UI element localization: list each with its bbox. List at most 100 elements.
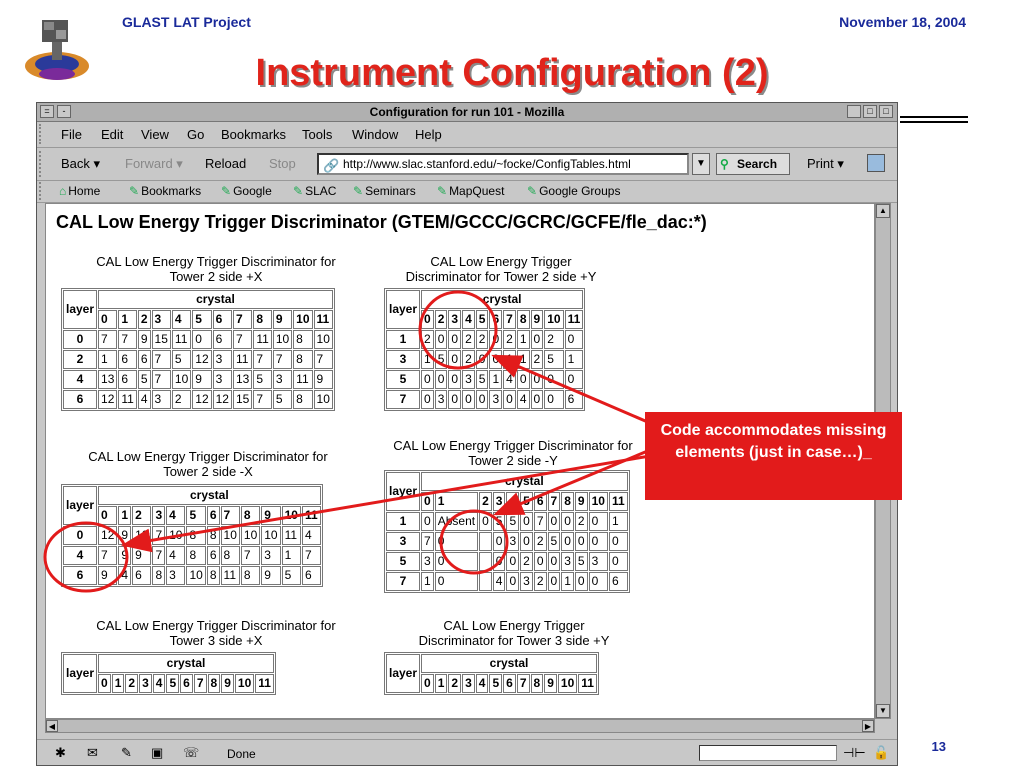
back-button[interactable]: Back ▾ bbox=[61, 156, 100, 172]
table-row: 2 1 6 6 7 5 12 3 11 7 7 8 7 bbox=[63, 350, 333, 369]
throbber-icon[interactable] bbox=[867, 154, 885, 172]
address-book-icon[interactable]: ▣ bbox=[151, 745, 163, 761]
table-cell: 0 bbox=[516, 370, 530, 389]
scroll-left-arrow-icon[interactable]: ◀ bbox=[46, 720, 58, 732]
composer-icon[interactable]: ✎ bbox=[121, 745, 132, 761]
table-cell: 8 bbox=[293, 330, 313, 349]
layer-header: layer bbox=[63, 486, 98, 525]
table-cell: 0 bbox=[547, 572, 561, 591]
table-caption: CAL Low Energy Trigger Discriminator for… bbox=[66, 618, 366, 648]
stop-button[interactable]: Stop bbox=[269, 156, 296, 171]
table-cell: 6 bbox=[132, 566, 152, 585]
mail-icon[interactable]: ✉ bbox=[87, 745, 98, 761]
table-cell: 7 bbox=[253, 390, 272, 409]
menu-go[interactable]: Go bbox=[187, 127, 204, 142]
table-row: 0 7 7 9 15 11 0 6 7 11 10 8 10 bbox=[63, 330, 333, 349]
menu-help[interactable]: Help bbox=[415, 127, 442, 142]
table-cell: 7 bbox=[240, 546, 261, 565]
table-header-row: layer crystal bbox=[63, 290, 333, 329]
bookmarks-grip[interactable] bbox=[39, 182, 47, 200]
online-icon[interactable]: ⊣⊢ bbox=[843, 745, 866, 761]
table-row: 120022021020 bbox=[386, 330, 584, 349]
table-header-row: layer crystal bbox=[386, 654, 597, 693]
table-cell: 8 bbox=[293, 350, 313, 369]
column-index: 1 bbox=[118, 310, 137, 329]
url-field[interactable]: 🔗 http://www.slac.stanford.edu/~focke/Co… bbox=[317, 153, 689, 175]
link-icon: ✎ bbox=[527, 184, 538, 198]
table-cell: 0 bbox=[434, 572, 479, 591]
layer-value: 0 bbox=[63, 526, 98, 545]
reload-button[interactable]: Reload bbox=[205, 156, 246, 171]
crystal-header: crystal bbox=[98, 290, 333, 309]
column-index: 3 bbox=[492, 492, 506, 511]
table-caption: CAL Low Energy Trigger Discriminator for… bbox=[382, 438, 644, 468]
caption-line: Tower 2 side +X bbox=[169, 269, 263, 284]
table-cell: 0 bbox=[544, 390, 564, 409]
maximize-button[interactable]: □ bbox=[863, 105, 877, 118]
table-cell: 15 bbox=[151, 330, 171, 349]
glast-logo bbox=[25, 20, 89, 80]
table-cell: 5 bbox=[506, 512, 520, 531]
navigator-icon[interactable]: ✱ bbox=[55, 745, 66, 761]
table-cell: 0 bbox=[561, 512, 574, 531]
security-lock-icon[interactable]: 🔓 bbox=[873, 745, 889, 761]
menu-window[interactable]: Window bbox=[352, 127, 398, 142]
column-index: 9 bbox=[574, 492, 588, 511]
status-text: Done bbox=[227, 747, 256, 761]
table-cell: 9 bbox=[192, 370, 212, 389]
layer-value: 1 bbox=[386, 330, 421, 349]
table-cell: 6 bbox=[118, 370, 137, 389]
nav-grip[interactable] bbox=[39, 151, 47, 177]
url-dropdown-button[interactable]: ▼ bbox=[692, 153, 710, 175]
scroll-down-arrow-icon[interactable]: ▼ bbox=[876, 704, 890, 718]
caption-line: Tower 2 side -Y bbox=[468, 453, 558, 468]
column-index: 8 bbox=[240, 506, 261, 525]
print-button[interactable]: Print ▾ bbox=[807, 156, 844, 172]
bookmark-bookmarks[interactable]: ✎ Bookmarks bbox=[129, 184, 201, 198]
scroll-up-arrow-icon[interactable]: ▲ bbox=[876, 204, 890, 218]
column-index: 6 bbox=[533, 492, 547, 511]
table-row: 703000304006 bbox=[386, 390, 584, 409]
scroll-right-arrow-icon[interactable]: ▶ bbox=[862, 720, 874, 732]
table-cell bbox=[479, 552, 492, 571]
menu-bookmarks[interactable]: Bookmarks bbox=[221, 127, 286, 142]
table-cell: 1 bbox=[516, 330, 530, 349]
column-index: 2 bbox=[434, 310, 448, 329]
table-cell: 0 bbox=[448, 390, 462, 409]
column-index: 4 bbox=[506, 492, 520, 511]
minimize-button[interactable] bbox=[847, 105, 861, 118]
bookmark-slac[interactable]: ✎ SLAC bbox=[293, 184, 336, 198]
bookmark-google-groups-label: Google Groups bbox=[539, 184, 621, 198]
table-cell: 8 bbox=[220, 546, 240, 565]
bookmark-mapquest[interactable]: ✎ MapQuest bbox=[437, 184, 504, 198]
navigation-toolbar: Back ▾ Forward ▾ Reload Stop 🔗 http://ww… bbox=[37, 147, 897, 181]
bookmark-seminars[interactable]: ✎ Seminars bbox=[353, 184, 416, 198]
menu-grip[interactable] bbox=[39, 124, 47, 144]
menu-tools[interactable]: Tools bbox=[302, 127, 332, 142]
bookmark-home[interactable]: ⌂ Home bbox=[59, 184, 100, 198]
menu-edit[interactable]: Edit bbox=[101, 127, 123, 142]
table-cell: 9 bbox=[137, 330, 151, 349]
table-cell: 3 bbox=[151, 390, 171, 409]
table-cell: 8 bbox=[206, 526, 220, 545]
menu-view[interactable]: View bbox=[141, 127, 169, 142]
forward-button[interactable]: Forward ▾ bbox=[125, 156, 183, 172]
table-cell: 0 bbox=[503, 390, 516, 409]
bookmark-google-groups[interactable]: ✎ Google Groups bbox=[527, 184, 620, 198]
table-cell: 5 bbox=[547, 532, 561, 551]
column-index: 5 bbox=[186, 506, 206, 525]
menu-file[interactable]: File bbox=[61, 127, 82, 142]
close-button[interactable]: □ bbox=[879, 105, 893, 118]
table-cell: 10 bbox=[171, 370, 192, 389]
table-cell: 11 bbox=[220, 566, 240, 585]
table-cell: 12 bbox=[192, 350, 212, 369]
column-index: 11 bbox=[301, 506, 321, 525]
column-index: 6 bbox=[206, 506, 220, 525]
horizontal-scrollbar[interactable]: ◀ ▶ bbox=[45, 719, 875, 733]
table-cell: 7 bbox=[272, 350, 293, 369]
bookmark-google[interactable]: ✎ Google bbox=[221, 184, 272, 198]
search-button[interactable]: ⚲ Search bbox=[716, 153, 790, 175]
table-row: 6 12 11 4 3 2 12 12 15 7 5 8 10 bbox=[63, 390, 333, 409]
table-cell: 5 bbox=[492, 512, 506, 531]
irc-icon[interactable]: ☏ bbox=[183, 745, 199, 761]
